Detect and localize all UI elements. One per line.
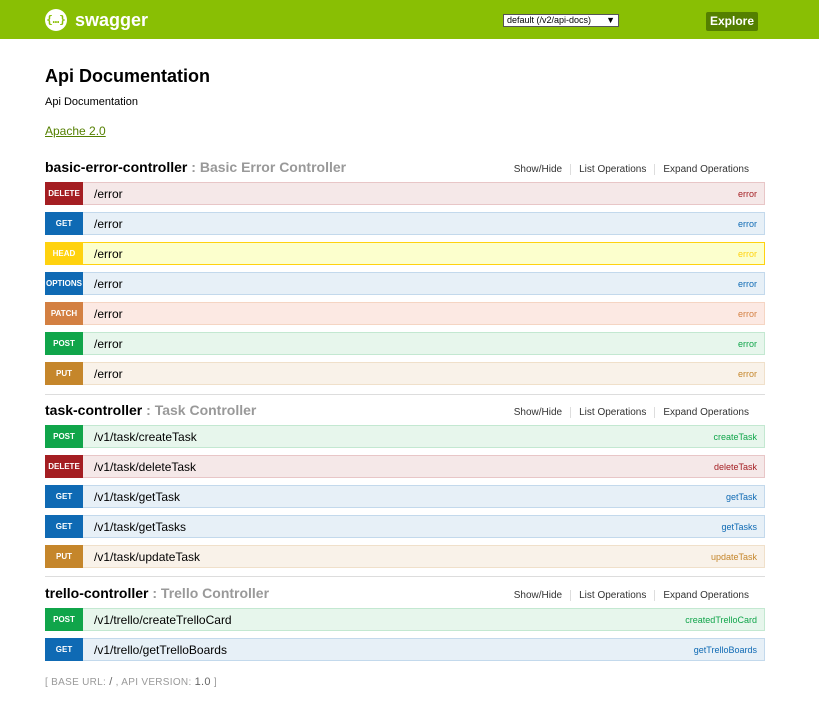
swagger-logo[interactable]: {…} swagger (45, 9, 148, 31)
operation-row[interactable]: POST/error error (45, 332, 765, 355)
logo-text: swagger (75, 9, 149, 30)
resource-title[interactable]: task-controller : Task Controller (45, 402, 256, 418)
operation-row[interactable]: HEAD/error error (45, 242, 765, 265)
dropdown-arrow-icon: ▼ (606, 15, 615, 25)
operation-path[interactable]: /error (94, 277, 123, 291)
api-footer: [ BASE URL: / , API VERSION: 1.0 ] (45, 676, 217, 688)
explore-button[interactable]: Explore (706, 12, 758, 31)
http-method-badge[interactable]: PATCH (45, 302, 83, 325)
base-url-label: BASE URL: (51, 677, 110, 688)
http-method-badge[interactable]: HEAD (45, 242, 83, 265)
section-divider (45, 576, 765, 577)
operation-path[interactable]: /v1/task/createTask (94, 430, 197, 444)
http-method-badge[interactable]: GET (45, 515, 83, 538)
operation-row[interactable]: PUT/error error (45, 362, 765, 385)
resource-heading: task-controller : Task Controller Show/H… (45, 401, 765, 423)
page-description: Api Documentation (45, 96, 138, 108)
http-method-badge[interactable]: GET (45, 212, 83, 235)
expand-operations-link[interactable]: Expand Operations (654, 164, 757, 175)
http-method-badge[interactable]: GET (45, 638, 83, 661)
http-method-badge[interactable]: POST (45, 425, 83, 448)
list-operations-link[interactable]: List Operations (570, 590, 654, 601)
operation-row[interactable]: POST/v1/trello/createTrelloCard createdTr… (45, 608, 765, 631)
show-hide-link[interactable]: Show/Hide (514, 164, 570, 175)
operation-path[interactable]: /v1/trello/getTrelloBoards (94, 643, 227, 657)
operation-path[interactable]: /error (94, 367, 123, 381)
license-link[interactable]: Apache 2.0 (45, 124, 106, 138)
operation-nickname[interactable]: error (738, 219, 757, 229)
operation-nickname[interactable]: error (738, 339, 757, 349)
operation-row[interactable]: OPTIONS/error error (45, 272, 765, 295)
operation-nickname[interactable]: deleteTask (714, 462, 757, 472)
http-method-badge[interactable]: PUT (45, 362, 83, 385)
operation-nickname[interactable]: updateTask (711, 552, 757, 562)
section-divider (45, 394, 765, 395)
http-method-badge[interactable]: PUT (45, 545, 83, 568)
operation-nickname[interactable]: error (738, 279, 757, 289)
operation-nickname[interactable]: getTrelloBoards (694, 645, 757, 655)
http-method-badge[interactable]: DELETE (45, 182, 83, 205)
operation-row[interactable]: POST/v1/task/createTask createTask (45, 425, 765, 448)
operation-path[interactable]: /v1/task/deleteTask (94, 460, 196, 474)
operation-path[interactable]: /v1/task/getTasks (94, 520, 186, 534)
page-title: Api Documentation (45, 66, 210, 86)
http-method-badge[interactable]: OPTIONS (45, 272, 83, 295)
list-operations-link[interactable]: List Operations (570, 164, 654, 175)
operation-path[interactable]: /v1/task/updateTask (94, 550, 200, 564)
operation-row[interactable]: GET/v1/trello/getTrelloBoards getTrelloBo… (45, 638, 765, 661)
resource-basic-error-controller: basic-error-controller : Basic Error Con… (45, 158, 765, 392)
resource-title[interactable]: trello-controller : Trello Controller (45, 585, 269, 601)
operation-nickname[interactable]: getTask (726, 492, 757, 502)
resource-trello-controller: trello-controller : Trello Controller Sh… (45, 584, 765, 668)
resource-task-controller: task-controller : Task Controller Show/H… (45, 401, 765, 575)
show-hide-link[interactable]: Show/Hide (514, 407, 570, 418)
operation-nickname[interactable]: error (738, 369, 757, 379)
api-version-value: 1.0 (194, 676, 211, 688)
operation-row[interactable]: GET/v1/task/getTask getTask (45, 485, 765, 508)
swagger-logo-icon: {…} (45, 9, 67, 31)
show-hide-link[interactable]: Show/Hide (514, 590, 570, 601)
resource-options: Show/Hide List Operations Expand Operati… (514, 164, 757, 175)
resource-heading: basic-error-controller : Basic Error Con… (45, 158, 765, 180)
operation-row[interactable]: GET/error error (45, 212, 765, 235)
api-definition-select[interactable]: default (/v2/api-docs) ▼ (503, 14, 619, 27)
resource-title[interactable]: basic-error-controller : Basic Error Con… (45, 159, 346, 175)
operation-path[interactable]: /error (94, 307, 123, 321)
operation-row[interactable]: PUT/v1/task/updateTask updateTask (45, 545, 765, 568)
top-bar: {…} swagger default (/v2/api-docs) ▼ Exp… (0, 0, 819, 39)
operation-row[interactable]: GET/v1/task/getTasks getTasks (45, 515, 765, 538)
operation-path[interactable]: /error (94, 247, 123, 261)
resource-options: Show/Hide List Operations Expand Operati… (514, 590, 757, 601)
operation-path[interactable]: /error (94, 187, 123, 201)
operation-row[interactable]: DELETE/v1/task/deleteTask deleteTask (45, 455, 765, 478)
operation-path[interactable]: /error (94, 337, 123, 351)
expand-operations-link[interactable]: Expand Operations (654, 407, 757, 418)
resource-options: Show/Hide List Operations Expand Operati… (514, 407, 757, 418)
operation-nickname[interactable]: error (738, 249, 757, 259)
api-version-label: API VERSION: (121, 677, 195, 688)
list-operations-link[interactable]: List Operations (570, 407, 654, 418)
api-select-value: default (/v2/api-docs) (507, 15, 592, 25)
operation-nickname[interactable]: createdTrelloCard (685, 615, 757, 625)
resource-heading: trello-controller : Trello Controller Sh… (45, 584, 765, 606)
operation-row[interactable]: PATCH/error error (45, 302, 765, 325)
http-method-badge[interactable]: DELETE (45, 455, 83, 478)
http-method-badge[interactable]: POST (45, 332, 83, 355)
operation-nickname[interactable]: createTask (713, 432, 757, 442)
operation-path[interactable]: /v1/trello/createTrelloCard (94, 613, 232, 627)
operation-row[interactable]: DELETE/error error (45, 182, 765, 205)
operation-path[interactable]: /error (94, 217, 123, 231)
http-method-badge[interactable]: GET (45, 485, 83, 508)
expand-operations-link[interactable]: Expand Operations (654, 590, 757, 601)
http-method-badge[interactable]: POST (45, 608, 83, 631)
operation-path[interactable]: /v1/task/getTask (94, 490, 180, 504)
operation-nickname[interactable]: getTasks (721, 522, 757, 532)
operation-nickname[interactable]: error (738, 189, 757, 199)
operation-nickname[interactable]: error (738, 309, 757, 319)
